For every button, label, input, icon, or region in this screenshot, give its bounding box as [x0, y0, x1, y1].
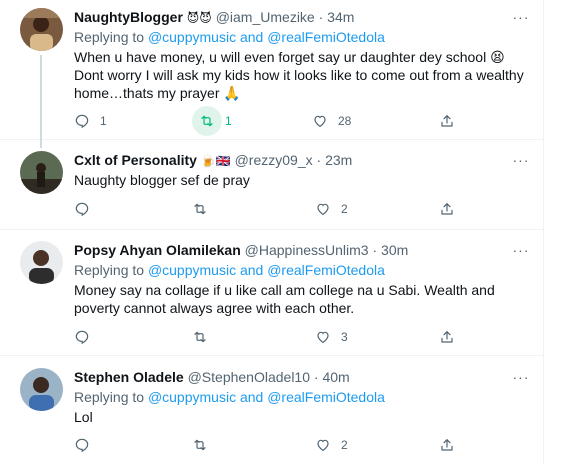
retweet-highlight	[192, 106, 222, 136]
user-handle[interactable]: @StephenOladel10	[188, 369, 310, 385]
timestamp[interactable]: 34m	[327, 9, 354, 25]
more-options-icon[interactable]: ···	[510, 370, 532, 388]
tweet-actions: 2	[74, 434, 494, 456]
reply-icon	[75, 438, 89, 453]
tweet-text: Lol	[74, 409, 93, 425]
retweet-button[interactable]	[192, 198, 218, 220]
reply-button[interactable]	[74, 326, 100, 348]
tweet[interactable]: NaughtyBlogger 😈😈 @iam_Umezike · 34m ···…	[0, 0, 543, 148]
like-button[interactable]: 2	[315, 198, 348, 220]
heart-icon	[317, 203, 329, 216]
separator: ·	[313, 369, 319, 385]
timestamp[interactable]: 40m	[322, 369, 349, 385]
more-options-icon[interactable]: ···	[510, 153, 532, 171]
replying-to: Replying to @cuppymusic and @realFemiOte…	[74, 28, 385, 46]
tweet-header: Cxlt of Personality 🍺🇬🇧 @rezzy09_x · 23m	[74, 151, 503, 170]
avatar[interactable]	[20, 8, 63, 51]
share-icon	[441, 115, 453, 127]
retweet-icon	[194, 439, 206, 451]
mentions-link[interactable]: @cuppymusic and @realFemiOtedola	[148, 262, 385, 278]
replying-prefix: Replying to	[74, 29, 145, 45]
tweet-actions: 1 1 28	[74, 106, 494, 136]
tweet-text: Money say na collage if u like call am c…	[74, 282, 495, 316]
like-button[interactable]: 28	[312, 110, 351, 132]
retweet-count: 1	[225, 114, 232, 128]
timestamp[interactable]: 30m	[381, 242, 408, 258]
mentions-link[interactable]: @cuppymusic and @realFemiOtedola	[148, 389, 385, 405]
share-icon	[441, 203, 453, 215]
reply-icon	[75, 202, 89, 217]
retweet-button[interactable]	[192, 434, 218, 456]
name-emoji: 🍺🇬🇧	[200, 154, 231, 168]
share-button[interactable]	[439, 110, 455, 132]
separator: ·	[316, 152, 322, 168]
reply-icon	[75, 114, 89, 129]
tweet-header: NaughtyBlogger 😈😈 @iam_Umezike · 34m	[74, 8, 503, 27]
tweet[interactable]: Popsy Ahyan Olamilekan @HappinessUnlim3 …	[0, 229, 543, 356]
share-button[interactable]	[439, 434, 455, 456]
replying-to: Replying to @cuppymusic and @realFemiOte…	[74, 388, 385, 406]
replying-prefix: Replying to	[74, 389, 145, 405]
more-options-icon[interactable]: ···	[510, 243, 532, 261]
avatar[interactable]	[20, 368, 63, 411]
tweet-actions: 3	[74, 326, 494, 348]
tweet-header: Popsy Ahyan Olamilekan @HappinessUnlim3 …	[74, 241, 503, 259]
avatar[interactable]	[20, 241, 63, 284]
reply-button[interactable]	[74, 434, 100, 456]
share-icon	[441, 331, 453, 343]
like-count: 2	[341, 438, 348, 452]
avatar[interactable]	[20, 151, 63, 194]
share-button[interactable]	[439, 198, 455, 220]
tweet[interactable]: Cxlt of Personality 🍺🇬🇧 @rezzy09_x · 23m…	[0, 139, 543, 230]
display-name[interactable]: Stephen Oladele	[74, 369, 184, 385]
retweet-icon	[194, 203, 206, 215]
like-button[interactable]: 2	[315, 434, 348, 456]
like-count: 28	[338, 114, 352, 128]
display-name[interactable]: Popsy Ahyan Olamilekan	[74, 242, 241, 258]
share-button[interactable]	[439, 326, 455, 348]
retweet-icon	[194, 331, 206, 343]
share-icon	[441, 439, 453, 451]
tweet-header: Stephen Oladele @StephenOladel10 · 40m	[74, 368, 503, 386]
thread-line	[40, 55, 42, 148]
like-count: 2	[341, 202, 348, 216]
heart-icon	[317, 331, 329, 344]
tweet[interactable]: Stephen Oladele @StephenOladel10 · 40m ·…	[0, 356, 543, 464]
timestamp[interactable]: 23m	[325, 152, 352, 168]
retweet-icon	[201, 115, 213, 127]
tweet-actions: 2	[74, 198, 494, 220]
reply-count: 1	[100, 114, 107, 128]
retweet-button[interactable]	[192, 326, 218, 348]
reply-feed: NaughtyBlogger 😈😈 @iam_Umezike · 34m ···…	[0, 0, 544, 464]
mentions-link[interactable]: @cuppymusic and @realFemiOtedola	[148, 29, 385, 45]
name-emoji: 😈😈	[186, 11, 212, 25]
retweet-button[interactable]: 1	[192, 106, 232, 136]
user-handle[interactable]: @HappinessUnlim3	[245, 242, 369, 258]
display-name[interactable]: NaughtyBlogger	[74, 9, 183, 25]
tweet-text: Naughty blogger sef de pray	[74, 172, 250, 188]
display-name[interactable]: Cxlt of Personality	[74, 152, 197, 168]
separator: ·	[372, 242, 378, 258]
like-count: 3	[341, 330, 348, 344]
reply-icon	[75, 330, 89, 345]
reply-button[interactable]: 1	[74, 110, 107, 132]
separator: ·	[318, 9, 324, 25]
like-button[interactable]: 3	[315, 326, 348, 348]
replying-prefix: Replying to	[74, 262, 145, 278]
user-handle[interactable]: @rezzy09_x	[235, 152, 313, 168]
tweet-text: When u have money, u will even forget sa…	[74, 49, 524, 101]
heart-icon	[317, 439, 329, 452]
more-options-icon[interactable]: ···	[510, 10, 532, 28]
heart-icon	[314, 115, 326, 128]
user-handle[interactable]: @iam_Umezike	[216, 9, 315, 25]
reply-button[interactable]	[74, 198, 100, 220]
replying-to: Replying to @cuppymusic and @realFemiOte…	[74, 261, 385, 279]
